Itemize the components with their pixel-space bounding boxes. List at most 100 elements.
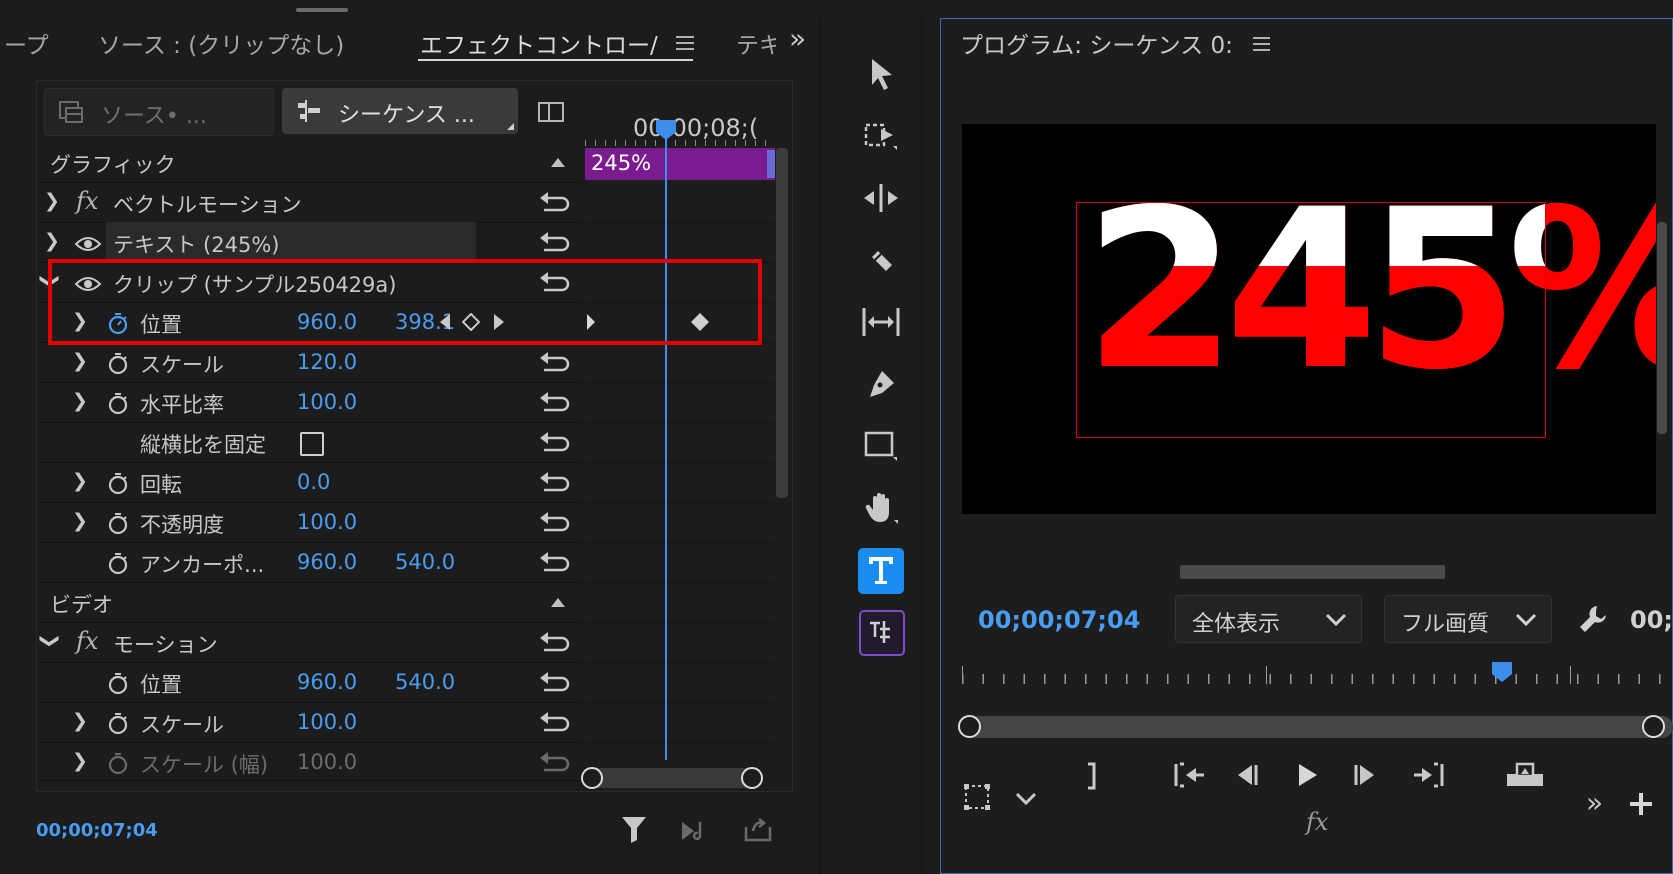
- expand-chevron-icon[interactable]: ❯: [72, 350, 88, 372]
- panel-drag-handle[interactable]: [296, 8, 348, 12]
- zoom-handle-left[interactable]: [958, 715, 981, 738]
- collapse-up-icon[interactable]: [551, 158, 565, 167]
- lock-ratio-checkbox[interactable]: [300, 432, 324, 456]
- rotation-row[interactable]: ❯ 回転 0.0: [38, 462, 583, 503]
- collapse-chevron-icon[interactable]: ❯: [39, 633, 61, 649]
- reset-icon[interactable]: [538, 548, 572, 574]
- playhead-handle-icon[interactable]: [654, 118, 678, 142]
- clip-bar[interactable]: 245%: [585, 148, 775, 180]
- source-clip-button[interactable]: ソース• ...: [44, 88, 274, 136]
- clip-end-handle[interactable]: [767, 150, 775, 178]
- program-menu-icon[interactable]: [1253, 37, 1270, 51]
- collapse-up-icon[interactable]: [551, 598, 565, 607]
- pen-tool[interactable]: [855, 360, 907, 408]
- stopwatch-icon[interactable]: [106, 471, 130, 495]
- zoom-handle-right[interactable]: [1642, 715, 1665, 738]
- fx-icon[interactable]: fx: [1306, 808, 1328, 836]
- tabs-overflow-icon[interactable]: »: [789, 22, 806, 55]
- add-button-icon[interactable]: [1628, 791, 1654, 817]
- step-forward-icon[interactable]: [1352, 761, 1380, 789]
- program-monitor-title[interactable]: プログラム: シーケンス 0:: [960, 26, 1233, 60]
- zoom-handle-right[interactable]: [741, 767, 763, 789]
- type-tool[interactable]: [855, 546, 907, 594]
- vertical-type-tool[interactable]: [855, 608, 907, 656]
- scale-row[interactable]: ❯ スケール 120.0: [38, 342, 583, 383]
- stopwatch-icon[interactable]: [106, 551, 130, 575]
- timeline-vscroll[interactable]: [776, 148, 788, 498]
- selection-tool[interactable]: [855, 50, 907, 98]
- motion-scale-value[interactable]: 100.0: [297, 710, 357, 734]
- stopwatch-icon[interactable]: [106, 391, 130, 415]
- graphics-section-header[interactable]: グラフィック: [38, 142, 583, 183]
- slip-tool[interactable]: [855, 298, 907, 346]
- program-playhead-icon[interactable]: [1490, 660, 1514, 684]
- stopwatch-icon[interactable]: [106, 671, 130, 695]
- expand-chevron-icon[interactable]: ❯: [72, 390, 88, 412]
- hand-tool[interactable]: [855, 484, 907, 532]
- play-audio-icon[interactable]: [680, 818, 712, 844]
- reset-icon[interactable]: [538, 188, 572, 214]
- razor-tool[interactable]: [855, 236, 907, 284]
- monitor-vscroll[interactable]: [1657, 222, 1667, 434]
- text-layer-row[interactable]: ❯ テキスト (245%): [38, 222, 583, 263]
- expand-chevron-icon[interactable]: ❯: [44, 190, 60, 212]
- lift-icon[interactable]: [1505, 760, 1545, 790]
- anchor-point-row[interactable]: アンカーポ... 960.0 540.0: [38, 542, 583, 583]
- tab-text-partial[interactable]: テキ: [736, 26, 776, 60]
- expand-chevron-icon[interactable]: ❯: [44, 230, 60, 252]
- quality-select[interactable]: フル画質: [1384, 595, 1552, 643]
- reset-icon[interactable]: [538, 348, 572, 374]
- reset-icon[interactable]: [538, 228, 572, 254]
- video-section-header[interactable]: ビデオ: [38, 582, 583, 623]
- motion-position-x-value[interactable]: 960.0: [297, 670, 357, 694]
- motion-position-row[interactable]: 位置 960.0 540.0: [38, 662, 583, 703]
- opacity-value[interactable]: 100.0: [297, 510, 357, 534]
- zoom-handle-left[interactable]: [581, 767, 603, 789]
- program-timecode[interactable]: 00;00;07;04: [978, 606, 1140, 634]
- rectangle-tool[interactable]: [855, 422, 907, 470]
- expand-chevron-icon[interactable]: ❯: [72, 750, 88, 772]
- reset-icon[interactable]: [538, 628, 572, 654]
- stopwatch-icon[interactable]: [106, 351, 130, 375]
- horizontal-ratio-value[interactable]: 100.0: [297, 390, 357, 414]
- program-zoom-scrollbar[interactable]: [958, 715, 1673, 738]
- tab-effect-controls[interactable]: エフェクトコントロー/: [420, 26, 658, 60]
- program-time-ruler[interactable]: [962, 664, 1673, 692]
- chevron-down-icon[interactable]: [1015, 792, 1037, 806]
- tab-menu-icon[interactable]: [676, 36, 694, 50]
- motion-scale-row[interactable]: ❯ スケール 100.0: [38, 702, 583, 743]
- ripple-edit-tool[interactable]: [855, 174, 907, 222]
- play-icon[interactable]: [1293, 761, 1321, 789]
- horizontal-ratio-row[interactable]: ❯ 水平比率 100.0: [38, 382, 583, 423]
- wrench-icon[interactable]: [1577, 603, 1609, 635]
- stopwatch-icon[interactable]: [106, 511, 130, 535]
- scale-value[interactable]: 120.0: [297, 350, 357, 374]
- tab-partial-left[interactable]: ープ: [4, 26, 49, 60]
- export-icon[interactable]: [743, 817, 773, 843]
- motion-scale-width-row[interactable]: ❯ スケール (幅) 100.0: [38, 742, 583, 781]
- fit-select[interactable]: 全体表示: [1175, 595, 1362, 643]
- anchor-y-value[interactable]: 540.0: [395, 550, 455, 574]
- rotation-value[interactable]: 0.0: [297, 470, 330, 494]
- opacity-row[interactable]: ❯ 不透明度 100.0: [38, 502, 583, 543]
- mark-out-icon[interactable]: [1082, 760, 1102, 792]
- step-back-icon[interactable]: [1232, 761, 1260, 789]
- reset-icon[interactable]: [538, 708, 572, 734]
- reset-icon[interactable]: [538, 428, 572, 454]
- video-preview[interactable]: 245% 245%: [962, 124, 1656, 514]
- timeline-zoom-scrollbar[interactable]: [581, 767, 763, 789]
- sequence-clip-button[interactable]: シーケンス ...: [282, 88, 518, 134]
- selection-bounding-box[interactable]: [1076, 202, 1546, 438]
- expand-chevron-icon[interactable]: ❯: [72, 470, 88, 492]
- reset-icon[interactable]: [538, 508, 572, 534]
- reset-icon[interactable]: [538, 388, 572, 414]
- reset-icon[interactable]: [538, 668, 572, 694]
- go-to-in-icon[interactable]: [1172, 760, 1206, 790]
- motion-row[interactable]: ❯ fx モーション: [38, 622, 583, 663]
- current-time-display[interactable]: 00;00;07;04: [36, 820, 158, 841]
- timeline-ruler[interactable]: 00;00;08;(: [585, 114, 775, 146]
- tab-source[interactable]: ソース : (クリップなし): [98, 26, 344, 60]
- more-controls-icon[interactable]: »: [1586, 786, 1603, 819]
- stopwatch-icon[interactable]: [106, 711, 130, 735]
- safe-margins-icon[interactable]: [962, 782, 994, 812]
